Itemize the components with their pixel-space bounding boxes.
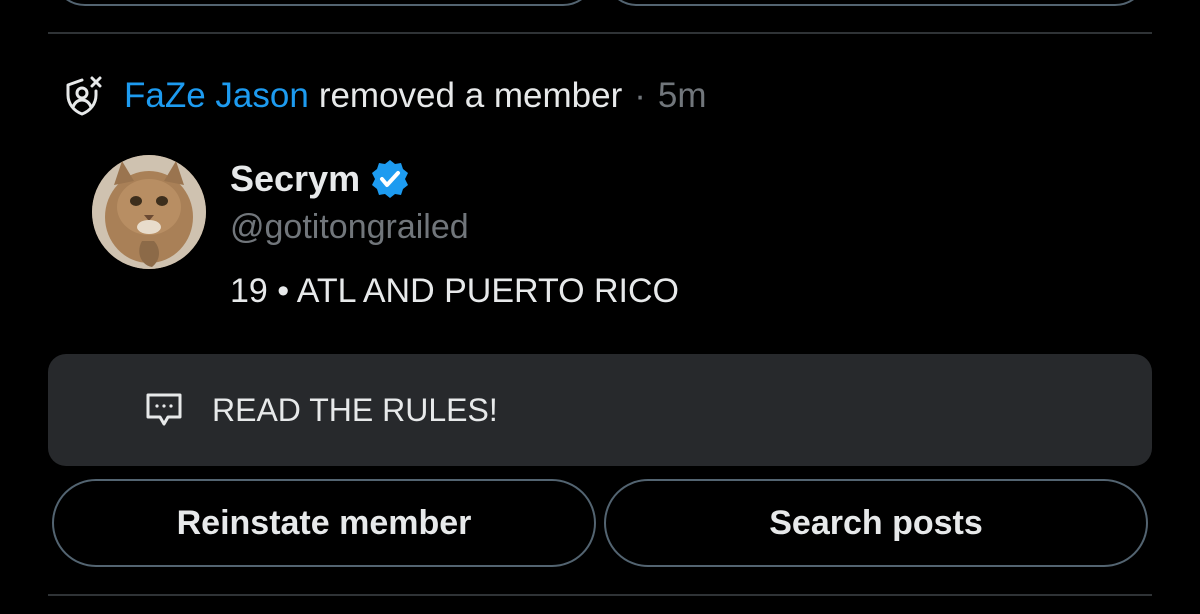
action-description: removed a member <box>318 76 623 115</box>
actor-link[interactable]: FaZe Jason <box>124 76 309 116</box>
user-handle[interactable]: @gotitongrailed <box>230 208 469 247</box>
search-posts-button[interactable]: Search posts <box>604 479 1148 567</box>
separator-dot: · <box>634 76 646 115</box>
user-name-row: Secrym <box>230 155 412 203</box>
shield-remove-user-icon <box>62 74 104 118</box>
previous-right-button[interactable] <box>604 0 1148 6</box>
removal-reason-text: READ THE RULES! <box>212 391 498 428</box>
user-display-name[interactable]: Secrym <box>230 158 360 200</box>
divider <box>48 32 1152 34</box>
message-bubble-icon <box>142 390 186 430</box>
timestamp[interactable]: 5m <box>658 76 707 116</box>
verified-badge-icon <box>368 157 412 201</box>
removal-reason-box: READ THE RULES! <box>48 354 1152 466</box>
moderation-log-page: FaZe Jason removed a member · 5m Secrym … <box>0 0 1200 614</box>
moderation-action-line: FaZe Jason removed a member · 5m <box>62 72 707 120</box>
previous-left-button[interactable] <box>52 0 596 6</box>
divider <box>48 594 1152 596</box>
avatar[interactable] <box>92 155 206 269</box>
user-bio: 19 • ATL AND PUERTO RICO <box>230 272 680 310</box>
reinstate-member-button[interactable]: Reinstate member <box>52 479 596 567</box>
